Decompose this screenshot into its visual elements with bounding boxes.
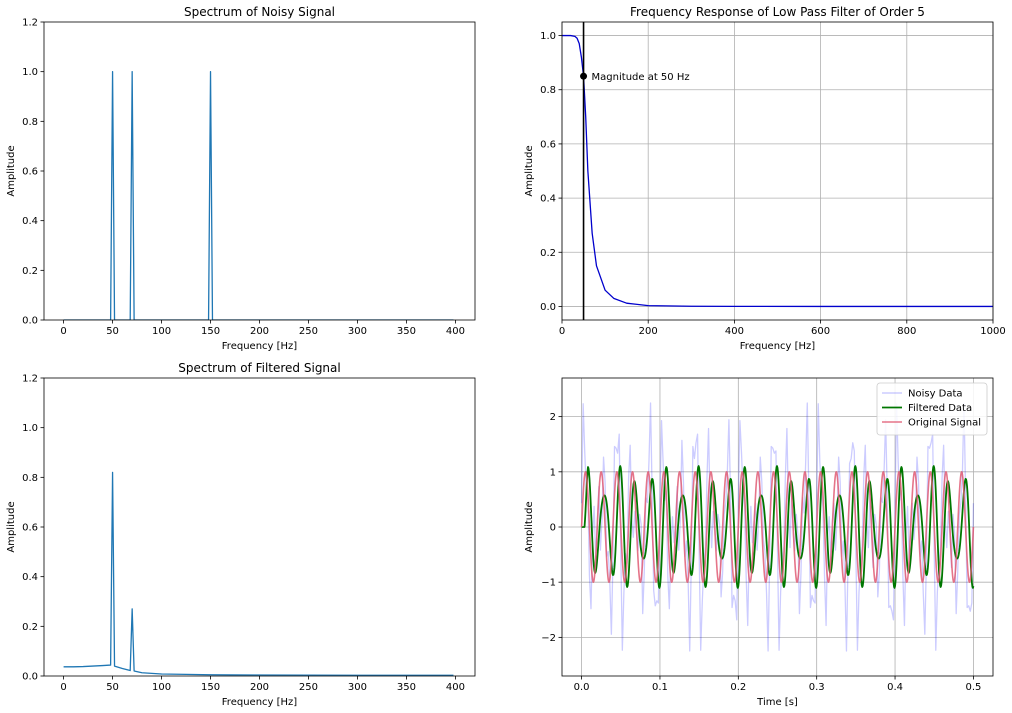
y-tick-label: 0.2 bbox=[22, 622, 38, 633]
magnitude-point bbox=[580, 72, 588, 80]
series-line-0 bbox=[63, 471, 454, 676]
y-tick-label: 1.0 bbox=[540, 31, 556, 42]
x-tick-label: 150 bbox=[201, 326, 220, 337]
y-tick-label: 0.0 bbox=[22, 672, 38, 683]
x-tick-label: 350 bbox=[397, 682, 416, 693]
y-axis-label: Amplitude bbox=[6, 145, 17, 196]
axes-frame bbox=[43, 21, 476, 321]
x-tick-label: 250 bbox=[299, 326, 318, 337]
y-tick-label: 0 bbox=[550, 523, 556, 534]
x-tick-label: 350 bbox=[397, 326, 416, 337]
y-tick-label: 0.0 bbox=[540, 302, 556, 313]
x-tick-label: 100 bbox=[152, 682, 171, 693]
y-tick-label: −2 bbox=[541, 633, 556, 644]
x-tick-label: 0.5 bbox=[965, 682, 981, 693]
x-tick-label: 0 bbox=[559, 326, 565, 337]
chart-title: Spectrum of Filtered Signal bbox=[178, 361, 340, 375]
y-tick-label: 0.8 bbox=[540, 85, 556, 96]
y-tick-label: 0.8 bbox=[22, 473, 38, 484]
x-tick-label: 600 bbox=[811, 326, 830, 337]
y-tick-label: 0.8 bbox=[22, 117, 38, 128]
x-tick-label: 400 bbox=[725, 326, 744, 337]
x-axis-label: Frequency [Hz] bbox=[222, 341, 298, 352]
y-axis-label: Amplitude bbox=[524, 145, 535, 196]
chart-title: Frequency Response of Low Pass Filter of… bbox=[630, 5, 925, 19]
x-tick-label: 0.3 bbox=[809, 682, 825, 693]
x-tick-label: 100 bbox=[152, 326, 171, 337]
legend-label: Noisy Data bbox=[908, 389, 963, 400]
plot-area bbox=[63, 471, 454, 676]
y-tick-label: 0.6 bbox=[22, 523, 38, 534]
chart-title: Spectrum of Noisy Signal bbox=[184, 5, 335, 19]
legend: Noisy Data Filtered Data Original Signal bbox=[876, 382, 988, 436]
y-tick-label: 0.4 bbox=[22, 216, 38, 227]
x-tick-label: 0.4 bbox=[887, 682, 903, 693]
y-tick-label: 0.0 bbox=[22, 316, 38, 327]
y-tick-label: 0.6 bbox=[22, 167, 38, 178]
x-tick-label: 400 bbox=[446, 326, 465, 337]
y-tick-label: 2 bbox=[550, 412, 556, 423]
y-tick-label: 0.4 bbox=[540, 194, 556, 205]
x-tick-label: 300 bbox=[348, 326, 367, 337]
figure: 0 50 100 150 200 250 300 350 4000.00.20.40.60.81… bbox=[6, 5, 1006, 708]
x-tick-label: 200 bbox=[639, 326, 658, 337]
x-tick-label: 150 bbox=[201, 682, 220, 693]
y-tick-label: 1.0 bbox=[22, 67, 38, 78]
x-tick-label: 200 bbox=[250, 682, 269, 693]
legend-label: Filtered Data bbox=[908, 403, 972, 414]
chart-time-signals: 0.0 0.1 0.2 0.3 0.4 0.5 −2 −1 0 1 2 Time [s] Amplitu… bbox=[524, 377, 994, 708]
y-tick-label: 0.4 bbox=[22, 572, 38, 583]
y-tick-label: 1 bbox=[550, 467, 556, 478]
x-tick-label: 400 bbox=[446, 682, 465, 693]
x-tick-label: 200 bbox=[250, 326, 269, 337]
chart-filter-response: Magnitude at 50 Hz 0 200 400 600 800 1000 0.0 0.… bbox=[524, 5, 1006, 352]
x-axis-label: Frequency [Hz] bbox=[740, 341, 816, 352]
axes-frame bbox=[561, 21, 994, 321]
x-tick-label: 50 bbox=[106, 682, 119, 693]
x-tick-label: 0.1 bbox=[652, 682, 668, 693]
y-axis-label: Amplitude bbox=[524, 501, 535, 552]
x-tick-label: 0.0 bbox=[574, 682, 590, 693]
x-axis-label: Frequency [Hz] bbox=[222, 697, 298, 708]
x-tick-label: 0.2 bbox=[730, 682, 746, 693]
y-axis-label: Amplitude bbox=[6, 501, 17, 552]
annotation-text: Magnitude at 50 Hz bbox=[592, 72, 690, 83]
y-tick-label: 0.6 bbox=[540, 139, 556, 150]
x-tick-label: 300 bbox=[348, 682, 367, 693]
x-axis-label: Time [s] bbox=[756, 697, 798, 708]
y-tick-label: 1.0 bbox=[22, 423, 38, 434]
plot-area bbox=[63, 71, 454, 320]
y-tick-label: 0.2 bbox=[22, 266, 38, 277]
y-tick-label: 1.2 bbox=[22, 18, 38, 29]
y-tick-label: 0.2 bbox=[540, 248, 556, 259]
x-tick-label: 250 bbox=[299, 682, 318, 693]
y-tick-label: 1.2 bbox=[22, 374, 38, 385]
x-tick-label: 1000 bbox=[980, 326, 1005, 337]
chart-filtered-spectrum: 0 50 100 150 200 250 300 350 400 0.0 0.2 0.4 0.6 0.8 1… bbox=[6, 361, 476, 708]
axes-frame bbox=[43, 377, 476, 677]
y-tick-label: −1 bbox=[541, 578, 556, 589]
chart-noisy-spectrum: 0 50 100 150 200 250 300 350 400 0.0 0.2 0.4 0.6 0.8 1… bbox=[6, 5, 476, 352]
x-tick-label: 50 bbox=[106, 326, 119, 337]
x-tick-label: 0 bbox=[60, 682, 66, 693]
legend-label: Original Signal bbox=[908, 418, 981, 429]
x-tick-label: 800 bbox=[897, 326, 916, 337]
x-tick-label: 0 bbox=[60, 326, 66, 337]
series-line-0 bbox=[63, 71, 454, 320]
